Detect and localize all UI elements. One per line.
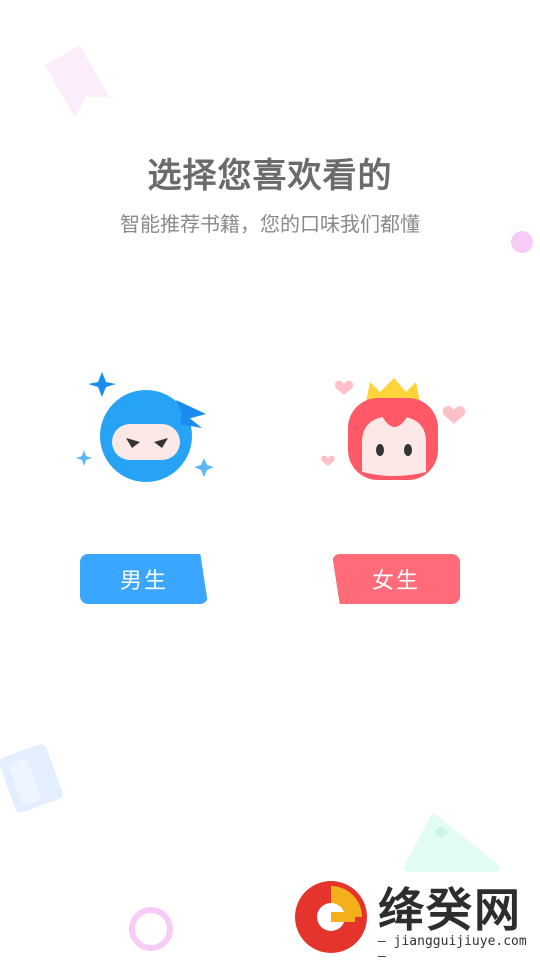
page-title: 选择您喜欢看的 [147,156,393,196]
male-button[interactable]: 男生 [80,554,208,604]
watermark-logo-icon [295,881,367,953]
female-button[interactable]: 女生 [332,554,460,604]
watermark-text: 绛癸网 [378,883,522,937]
pink-bookmark-deco [44,45,110,118]
pink-ring-deco [129,907,173,951]
blue-book-deco [0,744,63,813]
princess-avatar-icon[interactable] [318,372,468,482]
mint-triangle-deco [404,814,500,872]
page-subtitle: 智能推荐书籍，您的口味我们都懂 [120,212,420,236]
ninja-avatar-icon[interactable] [72,370,222,490]
